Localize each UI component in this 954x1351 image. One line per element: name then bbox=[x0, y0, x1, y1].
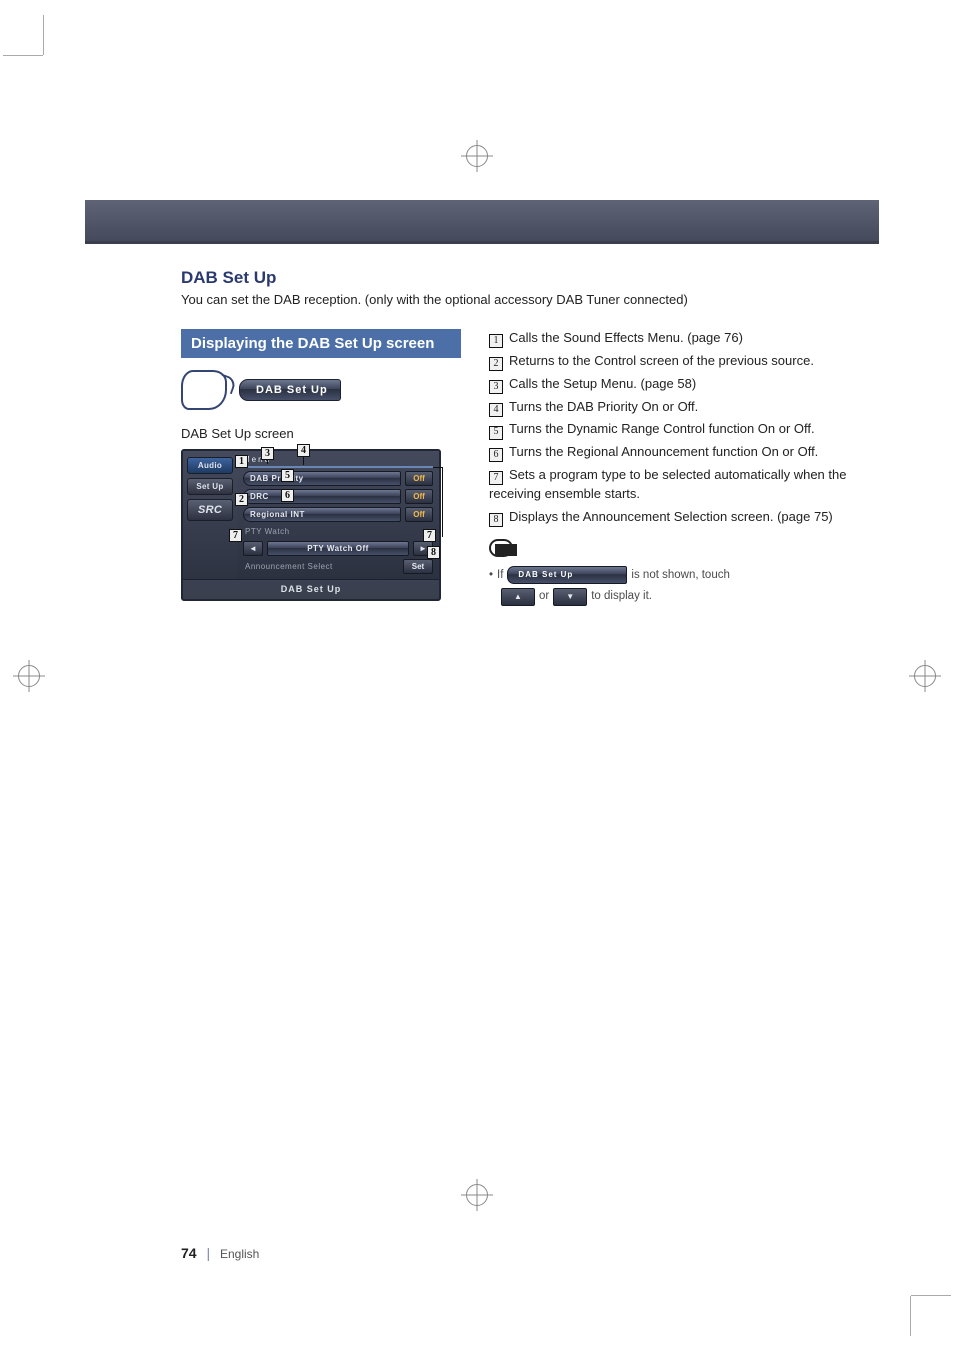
crop-mark-top-left bbox=[3, 15, 63, 75]
note-2-text: Returns to the Control screen of the pre… bbox=[509, 353, 814, 368]
callout-3: 3 bbox=[261, 447, 274, 460]
touch-instruction: DAB Set Up bbox=[181, 370, 461, 410]
bullet: • bbox=[489, 567, 493, 584]
footnote-or: or bbox=[539, 588, 549, 605]
note-6: 6 Turns the Regional Announcement functio… bbox=[489, 443, 869, 462]
note-6-text: Turns the Regional Announcement function… bbox=[509, 444, 818, 459]
note-7-text: Sets a program type to be selected autom… bbox=[489, 467, 846, 501]
device-main: Menu DAB Priority Off DRC Off Regional I… bbox=[237, 451, 439, 579]
row-pty-header: PTY Watch bbox=[243, 525, 433, 538]
dab-setup-pill: DAB Set Up bbox=[239, 379, 341, 401]
scroll-up-button[interactable]: ▲ bbox=[501, 588, 535, 606]
note-8-text: Displays the Announcement Selection scre… bbox=[509, 509, 833, 524]
registration-mark-left bbox=[18, 665, 40, 687]
dab-priority-button[interactable]: DAB Priority bbox=[243, 471, 401, 486]
footnote-after: is not shown, touch bbox=[631, 567, 729, 584]
num-6: 6 bbox=[489, 448, 503, 462]
callout-7-right: 7 bbox=[423, 529, 436, 542]
page-number: 74 | English bbox=[181, 1245, 259, 1261]
device-sidebar: Audio Set Up SRC bbox=[183, 451, 237, 579]
footnote-tail: to display it. bbox=[591, 588, 652, 605]
callout-4: 4 bbox=[297, 444, 310, 457]
callout-7-left: 7 bbox=[229, 529, 242, 542]
callout-2: 2 bbox=[235, 493, 248, 506]
note-1-text: Calls the Sound Effects Menu. (page 76) bbox=[509, 330, 743, 345]
footnote: • If DAB Set Up is not shown, touch bbox=[489, 566, 869, 584]
device-footer: DAB Set Up bbox=[183, 579, 439, 599]
scroll-down-button[interactable]: ▼ bbox=[553, 588, 587, 606]
page-language: English bbox=[220, 1247, 259, 1261]
page-number-separator: | bbox=[206, 1245, 210, 1261]
row-announcement: Announcement Select Set bbox=[243, 559, 433, 574]
note-5-text: Turns the Dynamic Range Control function… bbox=[509, 421, 815, 436]
crop-mark-bottom-right bbox=[891, 1276, 951, 1336]
drc-value: Off bbox=[405, 489, 433, 504]
footnote-line2: ▲ or ▼ to display it. bbox=[501, 588, 869, 606]
num-5: 5 bbox=[489, 426, 503, 440]
callout-1: 1 bbox=[235, 455, 248, 468]
note-2: 2 Returns to the Control screen of the pr… bbox=[489, 352, 869, 371]
callout-5: 5 bbox=[281, 469, 294, 482]
row-pty: ◄ PTY Watch Off ► bbox=[243, 541, 433, 556]
leader-right-vert bbox=[442, 467, 443, 537]
src-button[interactable]: SRC bbox=[187, 499, 233, 521]
num-1: 1 bbox=[489, 334, 503, 348]
note-3-text: Calls the Setup Menu. (page 58) bbox=[509, 376, 696, 391]
left-column: Displaying the DAB Set Up screen DAB Set… bbox=[181, 329, 461, 606]
leader-3 bbox=[267, 460, 268, 464]
callout-8: 8 bbox=[427, 546, 440, 559]
section-description: You can set the DAB reception. (only wit… bbox=[181, 292, 879, 307]
header-banner bbox=[85, 200, 879, 244]
page-content: DAB Set Up You can set the DAB reception… bbox=[85, 200, 879, 1261]
registration-mark-right bbox=[914, 665, 936, 687]
note-3: 3 Calls the Setup Menu. (page 58) bbox=[489, 375, 869, 394]
pty-prev-button[interactable]: ◄ bbox=[243, 541, 263, 556]
device-wrapper: 1 2 3 4 5 6 7 7 8 Audio Set Up bbox=[181, 449, 441, 601]
footnote-pill: DAB Set Up bbox=[507, 566, 627, 584]
num-4: 4 bbox=[489, 403, 503, 417]
page-number-value: 74 bbox=[181, 1245, 197, 1261]
right-column: 1 Calls the Sound Effects Menu. (page 76)… bbox=[489, 329, 869, 606]
num-7: 7 bbox=[489, 471, 503, 485]
registration-mark-top bbox=[466, 145, 488, 167]
pty-watch-value: PTY Watch Off bbox=[267, 541, 409, 556]
drc-button[interactable]: DRC bbox=[243, 489, 401, 504]
hand-icon bbox=[181, 370, 227, 410]
regional-button[interactable]: Regional INT bbox=[243, 507, 401, 522]
footnote-if: If bbox=[497, 567, 503, 584]
note-1: 1 Calls the Sound Effects Menu. (page 76) bbox=[489, 329, 869, 348]
procedure-heading: Displaying the DAB Set Up screen bbox=[181, 329, 461, 358]
note-5: 5 Turns the Dynamic Range Control functio… bbox=[489, 420, 869, 439]
device-screenshot: Audio Set Up SRC Menu DAB Priority Off bbox=[181, 449, 441, 601]
pty-watch-heading: PTY Watch bbox=[243, 525, 433, 538]
num-8: 8 bbox=[489, 513, 503, 527]
note-8: 8 Displays the Announcement Selection scr… bbox=[489, 508, 869, 527]
num-2: 2 bbox=[489, 357, 503, 371]
note-icon bbox=[489, 539, 513, 557]
dab-priority-value: Off bbox=[405, 471, 433, 486]
note-4-text: Turns the DAB Priority On or Off. bbox=[509, 399, 698, 414]
row-dab-priority: DAB Priority Off bbox=[243, 471, 433, 486]
row-regional: Regional INT Off bbox=[243, 507, 433, 522]
leader-4 bbox=[303, 457, 304, 465]
screenshot-caption: DAB Set Up screen bbox=[181, 426, 461, 441]
num-3: 3 bbox=[489, 380, 503, 394]
announcement-set-button[interactable]: Set bbox=[403, 559, 433, 574]
row-drc: DRC Off bbox=[243, 489, 433, 504]
section-title: DAB Set Up bbox=[181, 268, 879, 288]
callout-6: 6 bbox=[281, 489, 294, 502]
note-4: 4 Turns the DAB Priority On or Off. bbox=[489, 398, 869, 417]
audio-button[interactable]: Audio bbox=[187, 457, 233, 474]
note-7: 7Sets a program type to be selected auto… bbox=[489, 466, 869, 504]
regional-value: Off bbox=[405, 507, 433, 522]
setup-button[interactable]: Set Up bbox=[187, 478, 233, 495]
announcement-label: Announcement Select bbox=[243, 560, 399, 573]
